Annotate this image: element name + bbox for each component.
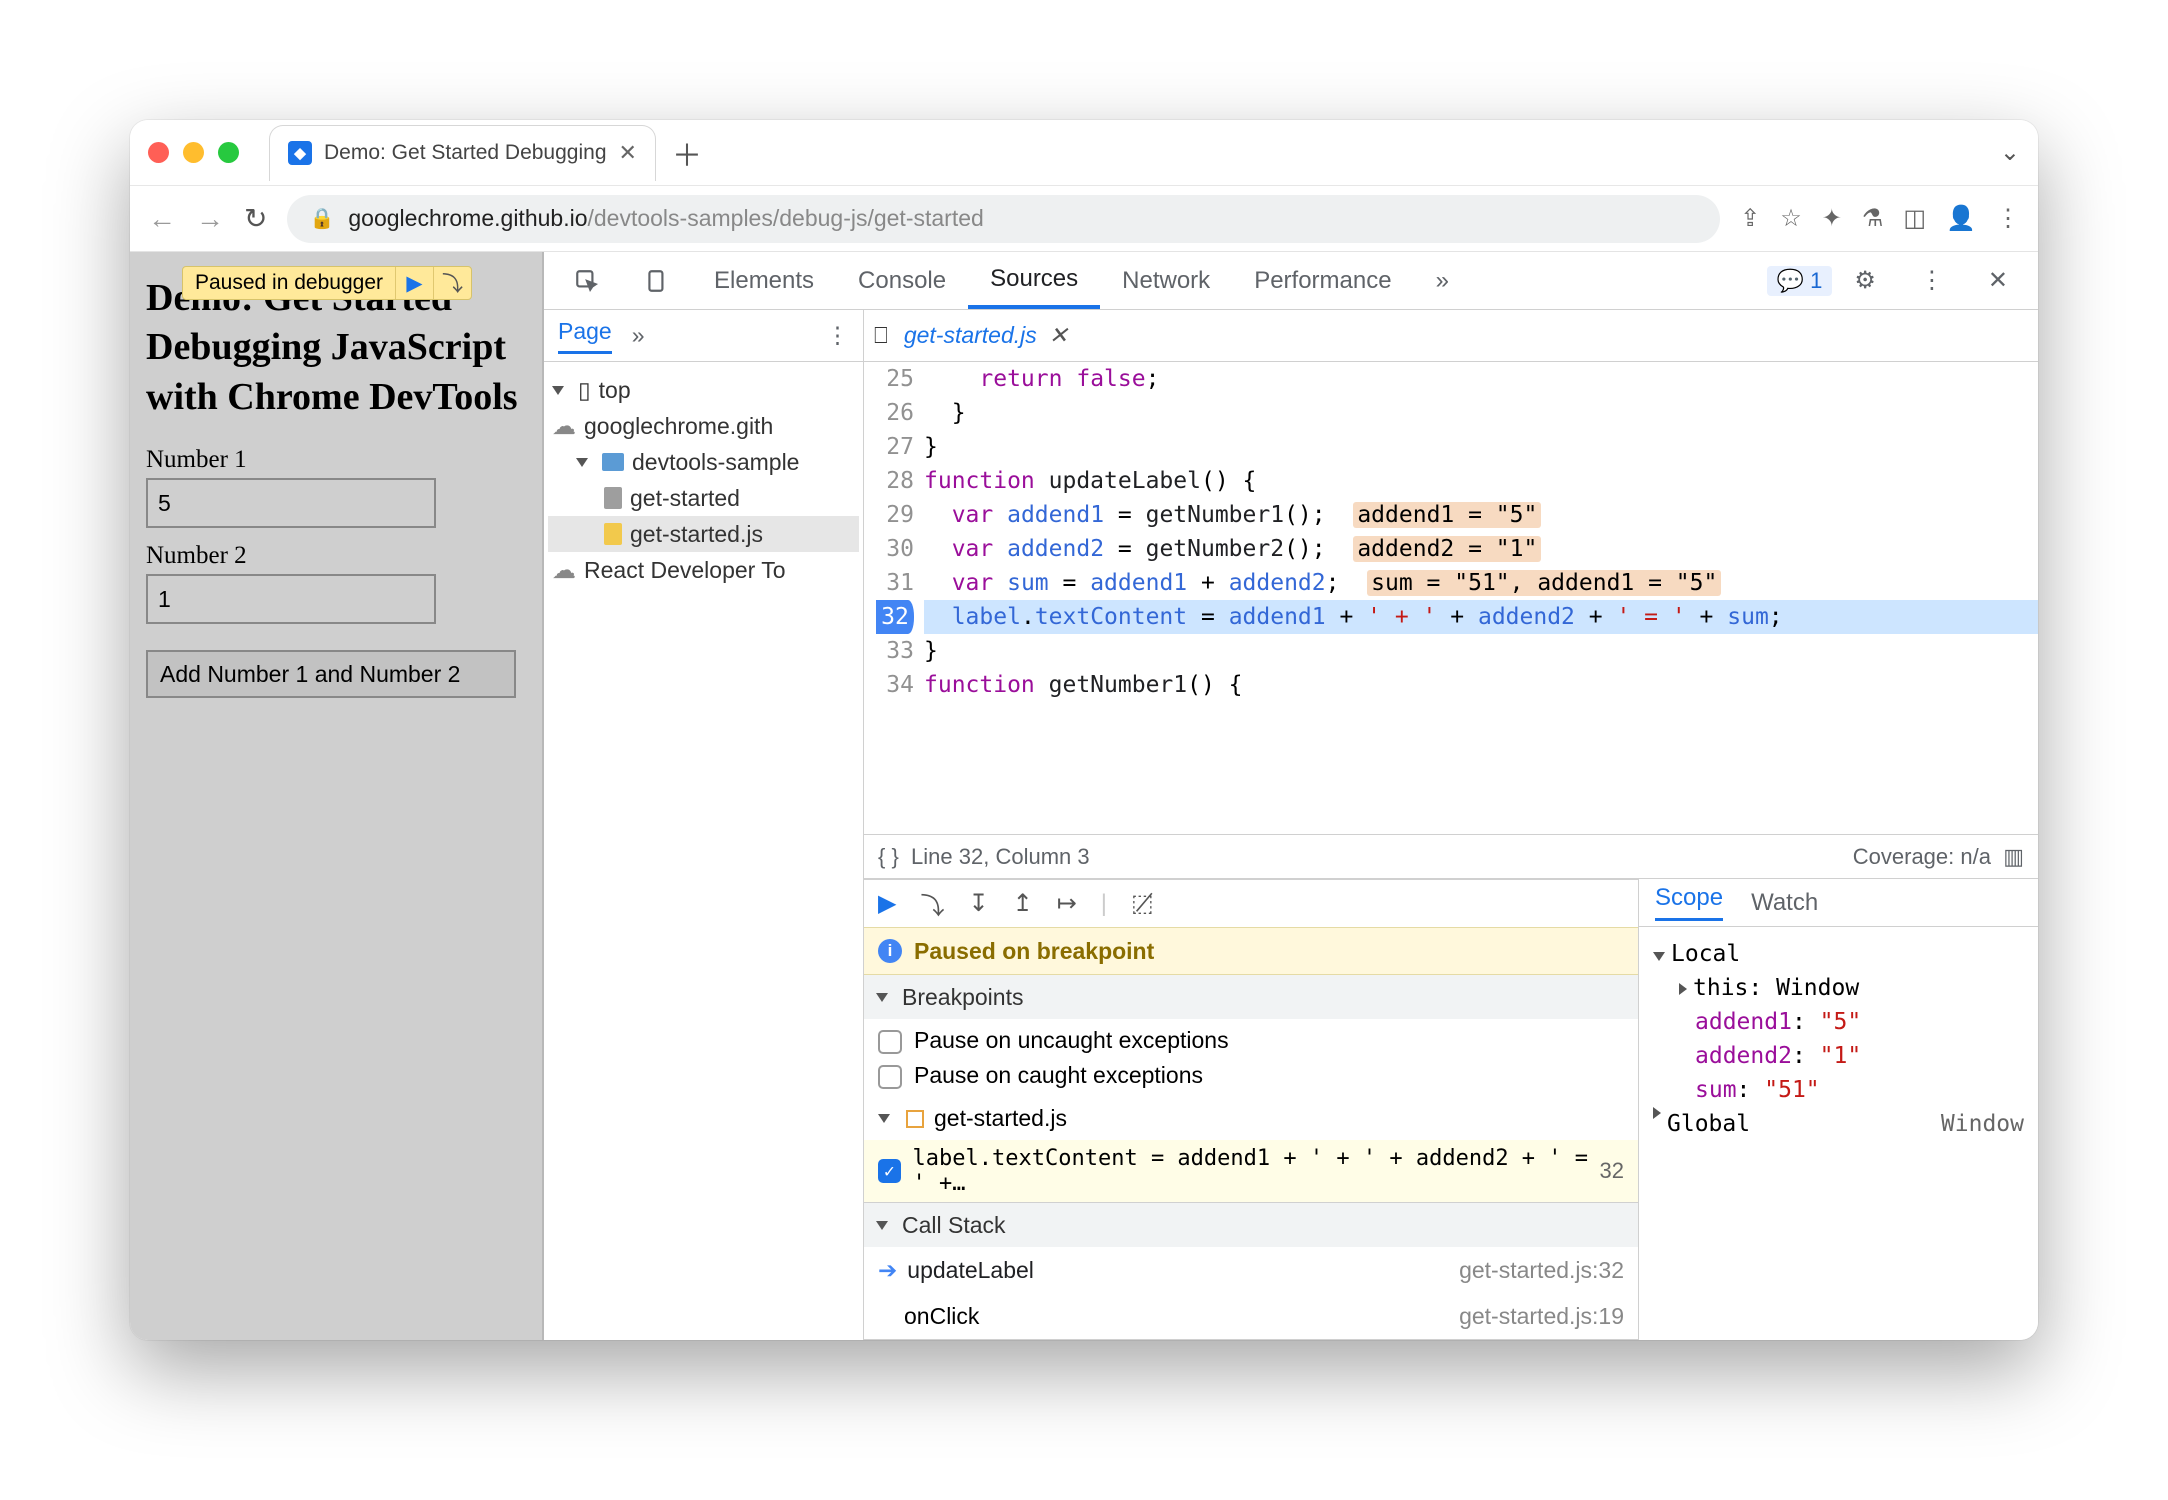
- menu-icon[interactable]: ⋮: [1996, 204, 2020, 233]
- url-bar[interactable]: 🔒 googlechrome.github.io/devtools-sample…: [287, 195, 1720, 243]
- tab-console[interactable]: Console: [836, 252, 968, 309]
- input-number2[interactable]: [146, 574, 436, 624]
- format-icon[interactable]: { }: [878, 844, 899, 870]
- profile-icon[interactable]: 👤: [1946, 204, 1976, 233]
- sidepanel-icon[interactable]: ◫: [1903, 204, 1926, 233]
- label-number1: Number 1: [146, 446, 526, 474]
- tab-title: Demo: Get Started Debugging: [324, 141, 607, 165]
- tab-scope[interactable]: Scope: [1655, 884, 1723, 921]
- label-number2: Number 2: [146, 542, 526, 570]
- breakpoint-entry[interactable]: ✓ label.textContent = addend1 + ' + ' + …: [864, 1140, 1638, 1202]
- maximize-window[interactable]: [218, 142, 239, 163]
- close-window[interactable]: [148, 142, 169, 163]
- settings-icon[interactable]: ⚙: [1832, 252, 1898, 309]
- paused-banner: i Paused on breakpoint: [864, 927, 1638, 975]
- tabs-dropdown-icon[interactable]: ⌄: [2000, 138, 2020, 167]
- close-tab-icon[interactable]: ✕: [619, 140, 637, 166]
- step-into-icon[interactable]: ↧: [968, 889, 988, 918]
- browser-window: ◆ Demo: Get Started Debugging ✕ ＋ ⌄ ← → …: [130, 120, 2038, 1340]
- traffic-lights: [148, 142, 239, 163]
- breakpoint-file-row[interactable]: get-started.js: [864, 1097, 1638, 1140]
- titlebar: ◆ Demo: Get Started Debugging ✕ ＋ ⌄: [130, 120, 2038, 186]
- tab-watch[interactable]: Watch: [1751, 889, 1818, 917]
- sources-navigator: Page » ⋮ ▯ top ☁googlechrome.gith devtoo…: [544, 310, 864, 1340]
- step-icon[interactable]: ↦: [1057, 889, 1077, 918]
- callstack-header[interactable]: Call Stack: [864, 1203, 1638, 1247]
- forward-button: →: [196, 203, 224, 235]
- callstack-frame-1[interactable]: onClickget-started.js:19: [864, 1293, 1638, 1339]
- overlay-text: Paused in debugger: [183, 267, 395, 299]
- breakpoints-header[interactable]: Breakpoints: [864, 975, 1638, 1019]
- kebab-icon[interactable]: ⋮: [1898, 252, 1966, 309]
- tab-elements[interactable]: Elements: [692, 252, 836, 309]
- devtools: Elements Console Sources Network Perform…: [542, 252, 2038, 1340]
- file-tree: ▯ top ☁googlechrome.gith devtools-sample…: [544, 362, 863, 1340]
- page-viewport: Paused in debugger ▶ ⤵ Demo: Get Started…: [130, 252, 542, 1340]
- share-icon[interactable]: ⇪: [1740, 204, 1760, 233]
- tree-file-js[interactable]: get-started.js: [548, 516, 859, 552]
- info-icon: i: [878, 939, 902, 963]
- coverage-toggle-icon[interactable]: ▥: [2003, 844, 2024, 870]
- code-editor-pane: ⎕ get-started.js ✕ 25262728293031323334 …: [864, 310, 2038, 878]
- tree-extension[interactable]: ☁React Developer To: [548, 552, 859, 588]
- callstack-section: Call Stack ➔updateLabelget-started.js:32…: [864, 1203, 1638, 1340]
- tree-top[interactable]: ▯ top: [548, 372, 859, 408]
- tree-file-html[interactable]: get-started: [548, 480, 859, 516]
- overlay-resume-icon[interactable]: ▶: [395, 267, 433, 299]
- cursor-position: Line 32, Column 3: [911, 844, 1090, 870]
- tab-network[interactable]: Network: [1100, 252, 1232, 309]
- tab-performance[interactable]: Performance: [1232, 252, 1413, 309]
- back-button[interactable]: ←: [148, 203, 176, 235]
- overlay-step-icon[interactable]: ⤵: [433, 267, 471, 299]
- scope-tree[interactable]: Local this: Window addend1: "5" addend2:…: [1639, 927, 2038, 1340]
- url-path: /devtools-samples/debug-js/get-started: [587, 205, 983, 231]
- url-host: googlechrome.github.io: [348, 205, 587, 231]
- tree-origin[interactable]: ☁googlechrome.gith: [548, 408, 859, 444]
- deactivate-breakpoints-icon[interactable]: ⬚̸: [1131, 889, 1154, 918]
- labs-icon[interactable]: ⚗: [1862, 204, 1884, 233]
- debugger-toolbar: ▶ ⤵ ↧ ↥ ↦ | ⬚̸: [864, 879, 1638, 927]
- navigator-tab-page[interactable]: Page: [558, 318, 612, 354]
- input-number1[interactable]: [146, 478, 436, 528]
- coverage-label: Coverage: n/a: [1853, 844, 1991, 870]
- reload-button[interactable]: ↻: [244, 202, 267, 235]
- address-bar: ← → ↻ 🔒 googlechrome.github.io/devtools-…: [130, 186, 2038, 252]
- resume-icon[interactable]: ▶: [878, 889, 896, 918]
- messages-badge[interactable]: 💬 1: [1767, 266, 1833, 296]
- scope-tabs: Scope Watch: [1639, 879, 2038, 927]
- pause-uncaught-row[interactable]: Pause on uncaught exceptions: [878, 1027, 1624, 1054]
- more-tabs-icon[interactable]: »: [1414, 252, 1471, 309]
- inspect-icon[interactable]: [552, 252, 622, 309]
- debugger-paused-overlay: Paused in debugger ▶ ⤵: [182, 266, 472, 300]
- extensions-icon[interactable]: ✦: [1822, 204, 1842, 233]
- devtools-tabs: Elements Console Sources Network Perform…: [544, 252, 2038, 310]
- breakpoints-section: Breakpoints Pause on uncaught exceptions…: [864, 975, 1638, 1203]
- scope-pane: Scope Watch Local this: Window addend1: …: [1638, 879, 2038, 1340]
- step-out-icon[interactable]: ↥: [1013, 889, 1033, 918]
- browser-tab[interactable]: ◆ Demo: Get Started Debugging ✕: [269, 125, 656, 181]
- file-tabs: ⎕ get-started.js ✕: [864, 310, 2038, 362]
- tab-sources[interactable]: Sources: [968, 252, 1100, 309]
- minimize-window[interactable]: [183, 142, 204, 163]
- callstack-frame-0[interactable]: ➔updateLabelget-started.js:32: [864, 1247, 1638, 1293]
- navigator-menu-icon[interactable]: ⋮: [826, 322, 849, 349]
- device-icon[interactable]: [622, 252, 692, 309]
- file-tab-active[interactable]: get-started.js ✕: [904, 322, 1068, 349]
- code-editor[interactable]: 25262728293031323334 return false; }}fun…: [864, 362, 2038, 834]
- bookmark-icon[interactable]: ☆: [1780, 204, 1802, 233]
- lock-icon[interactable]: 🔒: [309, 206, 334, 231]
- add-button[interactable]: Add Number 1 and Number 2: [146, 650, 516, 698]
- favicon: ◆: [288, 141, 312, 165]
- paused-text: Paused on breakpoint: [914, 938, 1154, 965]
- new-tab-button[interactable]: ＋: [672, 131, 702, 175]
- editor-status-bar: { } Line 32, Column 3 Coverage: n/a ▥: [864, 834, 2038, 878]
- navigator-tabs: Page » ⋮: [544, 310, 863, 362]
- tree-folder[interactable]: devtools-sample: [548, 444, 859, 480]
- pause-caught-row[interactable]: Pause on caught exceptions: [878, 1062, 1624, 1089]
- close-devtools-icon[interactable]: ✕: [1966, 252, 2030, 309]
- toggle-navigator-icon[interactable]: ⎕: [874, 322, 888, 349]
- step-over-icon[interactable]: ⤵: [920, 886, 944, 921]
- close-file-icon[interactable]: ✕: [1049, 322, 1068, 349]
- navigator-more-icon[interactable]: »: [632, 322, 645, 349]
